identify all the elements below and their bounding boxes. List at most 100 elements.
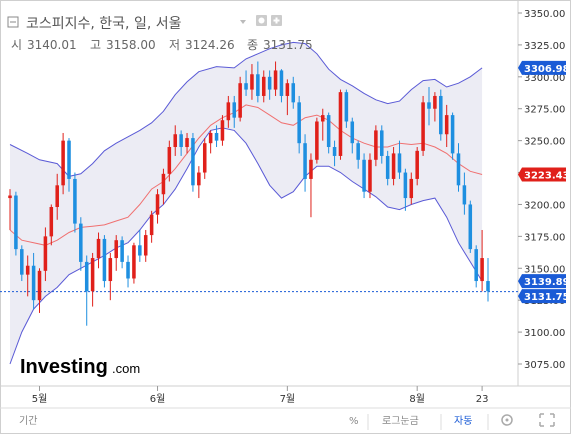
candle-body xyxy=(102,238,107,282)
gear-icon[interactable] xyxy=(256,15,267,26)
candle-body xyxy=(214,132,219,141)
ohlc-open-value: 3140.01 xyxy=(27,38,77,52)
candle-body xyxy=(155,194,160,215)
candle-body xyxy=(338,92,343,156)
ohlc-close-value: 3131.75 xyxy=(263,38,313,52)
candle-body xyxy=(143,235,148,256)
ohlc-close-label: 종 xyxy=(247,38,258,52)
candle xyxy=(73,172,77,233)
candle-body xyxy=(456,153,461,186)
candle-body xyxy=(161,173,166,195)
candle-body xyxy=(8,195,12,199)
candle xyxy=(315,117,319,164)
candle-body xyxy=(37,270,42,301)
candle-body xyxy=(427,102,431,109)
candle-body xyxy=(273,70,278,90)
candle-body xyxy=(326,115,331,148)
candle-body xyxy=(391,153,396,179)
price-badge-label: 3131.75 xyxy=(524,292,570,303)
candle-body xyxy=(49,207,54,237)
price-badge-label: 3139.89 xyxy=(524,277,570,288)
y-tick-label: 3175.00 xyxy=(524,232,565,243)
candle-body xyxy=(179,134,183,148)
candle-body xyxy=(415,150,419,179)
price-badge: 3131.75 xyxy=(518,289,570,304)
y-tick-label: 3275.00 xyxy=(524,105,565,116)
y-tick-label: 3075.00 xyxy=(524,360,565,371)
candle-body xyxy=(421,102,425,151)
candle-body xyxy=(25,265,30,275)
candle xyxy=(338,89,343,160)
candle-body xyxy=(167,147,172,174)
stock-chart: 3075.003100.003125.003150.003175.003200.… xyxy=(0,0,571,434)
percent-button[interactable]: % xyxy=(349,416,359,427)
ohlc-low-label: 저 xyxy=(169,38,180,52)
x-tick-label: 7월 xyxy=(280,393,296,405)
candle-body xyxy=(185,138,189,148)
candle xyxy=(14,191,18,256)
y-tick-label: 3250.00 xyxy=(524,137,565,148)
candle xyxy=(191,132,195,192)
candle-body xyxy=(385,155,390,179)
candle-body xyxy=(480,258,484,282)
candle-body xyxy=(374,130,378,160)
ohlc-open-label: 시 xyxy=(11,38,22,52)
candle-body xyxy=(232,102,237,118)
candle-body xyxy=(108,258,113,282)
logo-sub-text: .com xyxy=(112,361,140,376)
y-tick-label: 3350.00 xyxy=(524,9,565,20)
candle-body xyxy=(450,115,455,154)
candle-body xyxy=(444,115,449,135)
ohlc-high-value: 3158.00 xyxy=(106,38,156,52)
x-tick-label: 8월 xyxy=(409,393,425,405)
y-tick-label: 3150.00 xyxy=(524,264,565,275)
candle-body xyxy=(256,74,260,96)
price-badge: 3306.98 xyxy=(518,60,570,75)
auto-scale-button[interactable]: 자동 xyxy=(454,415,472,427)
ohlc-high-label: 고 xyxy=(90,38,101,52)
candle-body xyxy=(90,258,95,292)
candle-body xyxy=(433,95,437,109)
candle-body xyxy=(132,245,136,279)
log-scale-button[interactable]: 로그눈금 xyxy=(382,415,419,427)
period-button[interactable]: 기간 xyxy=(19,415,37,427)
candle-body xyxy=(409,178,414,199)
y-tick-label: 3325.00 xyxy=(524,41,565,52)
candle-body xyxy=(250,74,254,90)
candle-body xyxy=(20,249,24,275)
candle-body xyxy=(267,76,272,90)
candle-body xyxy=(220,120,225,141)
candle xyxy=(450,112,455,160)
candle-body xyxy=(197,172,201,186)
candle-body xyxy=(303,143,307,179)
candle-body xyxy=(362,159,366,192)
candle-body xyxy=(120,240,124,262)
candle-body xyxy=(73,178,77,224)
candle-body xyxy=(202,143,207,173)
plus-box-icon[interactable] xyxy=(271,15,282,26)
candle-body xyxy=(79,223,83,262)
candle-body xyxy=(226,102,231,121)
candle-body xyxy=(84,261,89,292)
candle-body xyxy=(55,185,59,208)
candle-body xyxy=(244,83,248,90)
candle xyxy=(439,89,443,141)
candle-body xyxy=(332,147,337,156)
candle-body xyxy=(14,195,18,250)
candle-body xyxy=(397,153,402,173)
candle-body xyxy=(61,140,65,186)
price-badge-label: 3223.43 xyxy=(524,171,570,182)
chart-title: 코스피지수, 한국, 일, 서울 xyxy=(26,16,182,32)
candle-body xyxy=(173,134,178,148)
candle-body xyxy=(238,83,242,118)
candle-body xyxy=(350,121,355,144)
candle-body xyxy=(486,281,490,292)
candle-body xyxy=(474,249,478,282)
candle xyxy=(238,76,242,122)
candle-body xyxy=(320,115,325,122)
candle-body xyxy=(439,95,443,135)
candle-body xyxy=(285,83,290,96)
candle-body xyxy=(67,140,71,179)
candle-body xyxy=(114,240,118,259)
candle-body xyxy=(149,214,154,236)
